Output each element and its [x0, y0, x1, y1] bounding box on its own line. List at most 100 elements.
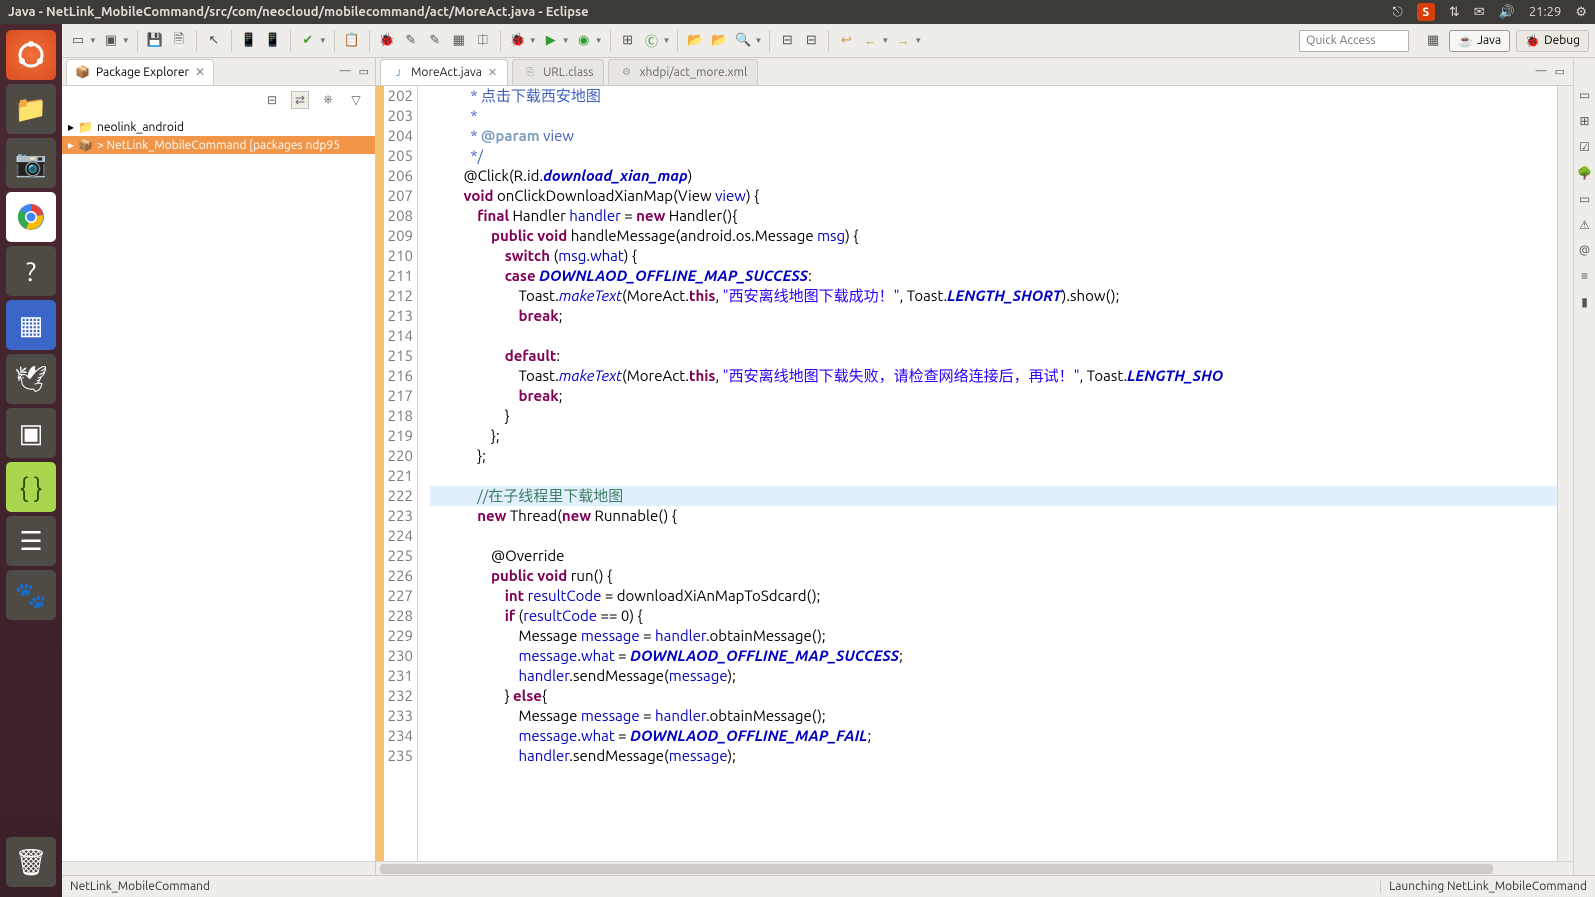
code-line[interactable]: * @param view [430, 126, 1557, 146]
open-perspective-icon[interactable]: ▦ [1423, 31, 1443, 51]
tb-new-proj-icon[interactable]: ▣ [101, 31, 121, 51]
tb-runext-icon[interactable]: ◉ [574, 31, 594, 51]
thunderbolt-icon[interactable]: ⎋ [1393, 5, 1403, 20]
editor-hscroll[interactable] [376, 861, 1573, 875]
launcher-terminal-icon[interactable]: ▣ [6, 408, 56, 458]
tb-folder-icon[interactable]: 📂 [685, 31, 705, 51]
tb-table-icon[interactable]: ▦ [449, 31, 469, 51]
editor-tab[interactable]: ⚙xhdpi/act_more.xml [608, 59, 758, 85]
code-line[interactable]: Message message = handler.obtainMessage(… [430, 626, 1557, 646]
code-line[interactable]: Toast.makeText(MoreAct.this, "西安离线地图下载成功… [430, 286, 1557, 306]
type-hierarchy-icon[interactable]: 🌳 [1577, 166, 1592, 180]
code-line[interactable]: */ [430, 146, 1557, 166]
tb-lint-icon[interactable]: 📋 [342, 31, 362, 51]
code-line[interactable]: @Click(R.id.download_xian_map) [430, 166, 1557, 186]
perspective-java[interactable]: ☕Java [1449, 30, 1510, 52]
overview-ruler-right[interactable] [1557, 86, 1573, 861]
code-line[interactable]: //在子线程里下载地图 [430, 486, 1557, 506]
code-line[interactable]: handler.sendMessage(message); [430, 666, 1557, 686]
tb-search-icon[interactable]: 🔍 [733, 31, 753, 51]
close-icon[interactable]: ✕ [195, 65, 205, 79]
code-line[interactable]: Toast.makeText(MoreAct.this, "西安离线地图下载失败… [430, 366, 1557, 386]
tb-navback-icon[interactable]: ↩ [836, 31, 856, 51]
code-line[interactable] [430, 526, 1557, 546]
close-icon[interactable]: ✕ [488, 66, 497, 79]
code-line[interactable]: break; [430, 306, 1557, 326]
launcher-chrome-icon[interactable] [6, 192, 56, 242]
launcher-camera-icon[interactable]: 📷 [6, 138, 56, 188]
restore-icon[interactable]: ▭ [1579, 88, 1590, 102]
tb-phone-icon[interactable]: 📱 [239, 31, 259, 51]
code-line[interactable]: * 点击下载西安地图 [430, 86, 1557, 106]
code-line[interactable] [430, 466, 1557, 486]
tb-debug-icon[interactable]: 🐞 [508, 31, 528, 51]
sogou-ime-icon[interactable]: S [1417, 3, 1435, 21]
launcher-files-icon[interactable]: 📁 [6, 84, 56, 134]
volume-icon[interactable]: 🔊 [1499, 5, 1515, 20]
tb-cursor-icon[interactable]: ↖ [204, 31, 224, 51]
code-line[interactable]: final Handler handler = new Handler(){ [430, 206, 1557, 226]
code-line[interactable]: message.what = DOWNLAOD_OFFLINE_MAP_FAIL… [430, 726, 1557, 746]
code-line[interactable]: @Override [430, 546, 1557, 566]
code-editor[interactable]: 2022032042052062072082092102112122132142… [376, 86, 1573, 861]
code-line[interactable]: * [430, 106, 1557, 126]
launcher-stack-icon[interactable]: ☰ [6, 516, 56, 566]
project-node[interactable]: ▸ 📁 neolink_android [62, 118, 375, 136]
code-line[interactable]: handler.sendMessage(message); [430, 746, 1557, 766]
tb-phone2-icon[interactable]: 📱 [263, 31, 283, 51]
tb-align-icon[interactable]: ⊟ [777, 31, 797, 51]
code-line[interactable]: switch (msg.what) { [430, 246, 1557, 266]
editor-tab[interactable]: JMoreAct.java✕ [380, 59, 508, 85]
code-line[interactable]: } [430, 406, 1557, 426]
pkg-hscroll[interactable] [62, 861, 375, 875]
gear-icon[interactable]: ⚙ [1575, 5, 1587, 20]
quick-access-input[interactable] [1299, 30, 1409, 52]
tb-new-icon[interactable]: ▭ [68, 31, 88, 51]
code-line[interactable]: int resultCode = downloadXiAnMapToSdcard… [430, 586, 1557, 606]
code-line[interactable]: public void run() { [430, 566, 1557, 586]
tb-newpkg-icon[interactable]: ⊞ [618, 31, 638, 51]
outline-view-icon[interactable]: ⊞ [1579, 114, 1589, 128]
tb-newclass-icon[interactable]: Ⓒ [642, 31, 662, 51]
collapse-all-icon[interactable]: ⊟ [263, 91, 281, 109]
minimize-icon[interactable]: — [340, 65, 351, 78]
maximize-icon[interactable]: ▭ [359, 65, 369, 78]
tb-save-icon[interactable]: 💾 [145, 31, 165, 51]
code-line[interactable]: break; [430, 386, 1557, 406]
tb-check-icon[interactable]: ✔ [298, 31, 318, 51]
tb-fwd-icon[interactable]: → [893, 31, 913, 51]
pkg-explorer-tab[interactable]: 📦 Package Explorer ✕ [66, 59, 214, 85]
code-line[interactable]: new Thread(new Runnable() { [430, 506, 1557, 526]
tb-wand-icon[interactable]: ✎ [401, 31, 421, 51]
code-line[interactable]: } else{ [430, 686, 1557, 706]
code-line[interactable]: case DOWNLAOD_OFFLINE_MAP_SUCCESS: [430, 266, 1557, 286]
link-editor-icon[interactable]: ⇄ [291, 91, 309, 109]
launcher-thunderbird-icon[interactable]: 🕊 [6, 354, 56, 404]
code-line[interactable]: }; [430, 446, 1557, 466]
tb-align2-icon[interactable]: ⊟ [801, 31, 821, 51]
launcher-braces-icon[interactable]: { } [6, 462, 56, 512]
tb-bug-icon[interactable]: 🐞 [377, 31, 397, 51]
code-line[interactable]: public void handleMessage(android.os.Mes… [430, 226, 1557, 246]
javadoc-view-icon[interactable]: @ [1579, 244, 1590, 257]
code-content[interactable]: * 点击下载西安地图 * * @param view */ @Click(R.i… [430, 86, 1557, 861]
network-icon[interactable]: ⇅ [1449, 5, 1460, 20]
tb-back-icon[interactable]: ← [860, 31, 880, 51]
mail-icon[interactable]: ✉ [1474, 5, 1485, 20]
code-line[interactable]: message.what = DOWNLAOD_OFFLINE_MAP_SUCC… [430, 646, 1557, 666]
maximize-icon[interactable]: ▭ [1555, 65, 1565, 78]
minimize-icon[interactable]: — [1536, 65, 1547, 78]
devices-view-icon[interactable]: ▮ [1581, 295, 1588, 309]
tb-col-icon[interactable]: ⎅ [473, 31, 493, 51]
tb-saveall-icon[interactable]: 🗎 [169, 31, 189, 51]
code-line[interactable]: Message message = handler.obtainMessage(… [430, 706, 1557, 726]
code-line[interactable]: if (resultCode == 0) { [430, 606, 1557, 626]
code-line[interactable]: void onClickDownloadXianMap(View view) { [430, 186, 1557, 206]
launcher-trash-icon[interactable]: 🗑 [6, 837, 56, 887]
editor-tab[interactable]: ⎘URL.class [512, 59, 604, 85]
restore-icon[interactable]: ▭ [1579, 192, 1590, 206]
code-line[interactable] [430, 326, 1557, 346]
perspective-debug[interactable]: 🐞Debug [1516, 30, 1589, 52]
clock[interactable]: 21:29 [1529, 5, 1562, 19]
tb-run-icon[interactable]: ▶ [541, 31, 561, 51]
